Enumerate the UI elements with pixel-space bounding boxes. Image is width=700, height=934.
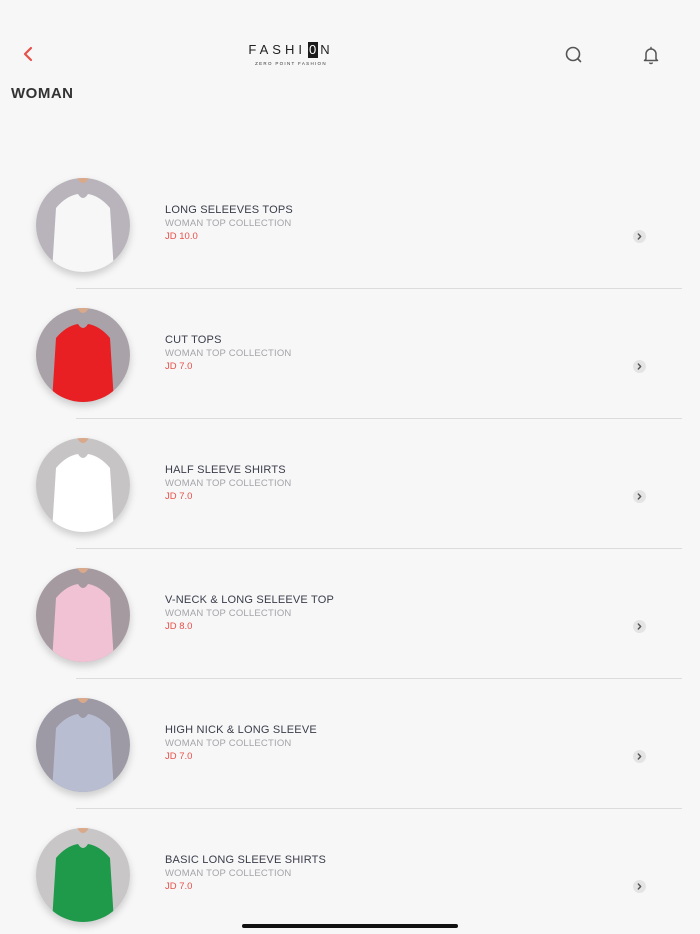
product-info: LONG SELEEVES TOPS WOMAN TOP COLLECTION … — [165, 204, 293, 243]
product-price: JD 7.0 — [165, 491, 193, 502]
product-collection: WOMAN TOP COLLECTION — [165, 218, 292, 229]
search-button[interactable] — [563, 44, 585, 66]
open-product-button[interactable] — [633, 620, 646, 633]
open-product-button[interactable] — [633, 360, 646, 373]
product-image — [36, 828, 130, 922]
product-list: LONG SELEEVES TOPS WOMAN TOP COLLECTION … — [0, 170, 700, 934]
chevron-right-icon — [637, 883, 642, 890]
app-screen: FASHI 0 N ZERO POINT FASHION WOMAN LONG SE… — [0, 0, 700, 934]
logo-text-left: FASHI — [248, 42, 306, 57]
product-price: JD 7.0 — [165, 751, 193, 762]
product-name: HALF SLEEVE SHIRTS — [165, 464, 286, 476]
list-item[interactable]: BASIC LONG SLEEVE SHIRTS WOMAN TOP COLLE… — [0, 820, 700, 934]
chevron-right-icon — [637, 753, 642, 760]
product-image — [36, 178, 130, 272]
divider — [76, 678, 682, 679]
product-name: BASIC LONG SLEEVE SHIRTS — [165, 854, 327, 866]
back-button[interactable] — [17, 42, 41, 66]
product-name: LONG SELEEVES TOPS — [165, 204, 293, 216]
list-item[interactable]: V-NECK & LONG SELEEVE TOP WOMAN TOP COLL… — [0, 560, 700, 690]
open-product-button[interactable] — [633, 490, 646, 503]
divider — [76, 418, 682, 419]
notifications-button[interactable] — [640, 44, 662, 66]
bell-icon — [643, 46, 659, 65]
product-collection: WOMAN TOP COLLECTION — [165, 348, 292, 359]
divider — [76, 288, 682, 289]
logo-text-box: 0 — [307, 42, 319, 58]
product-name: V-NECK & LONG SELEEVE TOP — [165, 594, 335, 606]
product-image — [36, 568, 130, 662]
product-collection: WOMAN TOP COLLECTION — [165, 478, 292, 489]
list-item[interactable]: CUT TOPS WOMAN TOP COLLECTION JD 7.0 — [0, 300, 700, 430]
divider — [76, 808, 682, 809]
home-indicator[interactable] — [242, 924, 458, 928]
product-image — [36, 308, 130, 402]
chevron-right-icon — [637, 493, 642, 500]
product-info: BASIC LONG SLEEVE SHIRTS WOMAN TOP COLLE… — [165, 854, 326, 893]
product-price: JD 10.0 — [165, 231, 198, 242]
list-item[interactable]: LONG SELEEVES TOPS WOMAN TOP COLLECTION … — [0, 170, 700, 300]
search-icon — [565, 46, 582, 63]
product-collection: WOMAN TOP COLLECTION — [165, 738, 292, 749]
product-collection: WOMAN TOP COLLECTION — [165, 608, 292, 619]
product-name: HIGH NICK & LONG SLEEVE — [165, 724, 317, 736]
chevron-right-icon — [637, 623, 642, 630]
product-price: JD 7.0 — [165, 881, 193, 892]
product-info: V-NECK & LONG SELEEVE TOP WOMAN TOP COLL… — [165, 594, 334, 633]
open-product-button[interactable] — [633, 230, 646, 243]
product-info: HALF SLEEVE SHIRTS WOMAN TOP COLLECTION … — [165, 464, 291, 503]
list-item[interactable]: HIGH NICK & LONG SLEEVE WOMAN TOP COLLEC… — [0, 690, 700, 820]
page-title: WOMAN — [11, 85, 74, 102]
open-product-button[interactable] — [633, 750, 646, 763]
product-price: JD 8.0 — [165, 621, 193, 632]
chevron-right-icon — [637, 363, 642, 370]
product-image — [36, 698, 130, 792]
product-name: CUT TOPS — [165, 334, 222, 346]
logo-text-right: N — [320, 42, 334, 57]
logo-tagline: ZERO POINT FASHION — [255, 61, 327, 66]
divider — [76, 548, 682, 549]
chevron-right-icon — [637, 233, 642, 240]
chevron-left-icon — [23, 46, 33, 62]
product-info: HIGH NICK & LONG SLEEVE WOMAN TOP COLLEC… — [165, 724, 317, 763]
brand-logo: FASHI 0 N ZERO POINT FASHION — [248, 42, 329, 72]
product-info: CUT TOPS WOMAN TOP COLLECTION JD 7.0 — [165, 334, 291, 373]
product-collection: WOMAN TOP COLLECTION — [165, 868, 292, 879]
product-image — [36, 438, 130, 532]
list-item[interactable]: HALF SLEEVE SHIRTS WOMAN TOP COLLECTION … — [0, 430, 700, 560]
product-price: JD 7.0 — [165, 361, 193, 372]
open-product-button[interactable] — [633, 880, 646, 893]
